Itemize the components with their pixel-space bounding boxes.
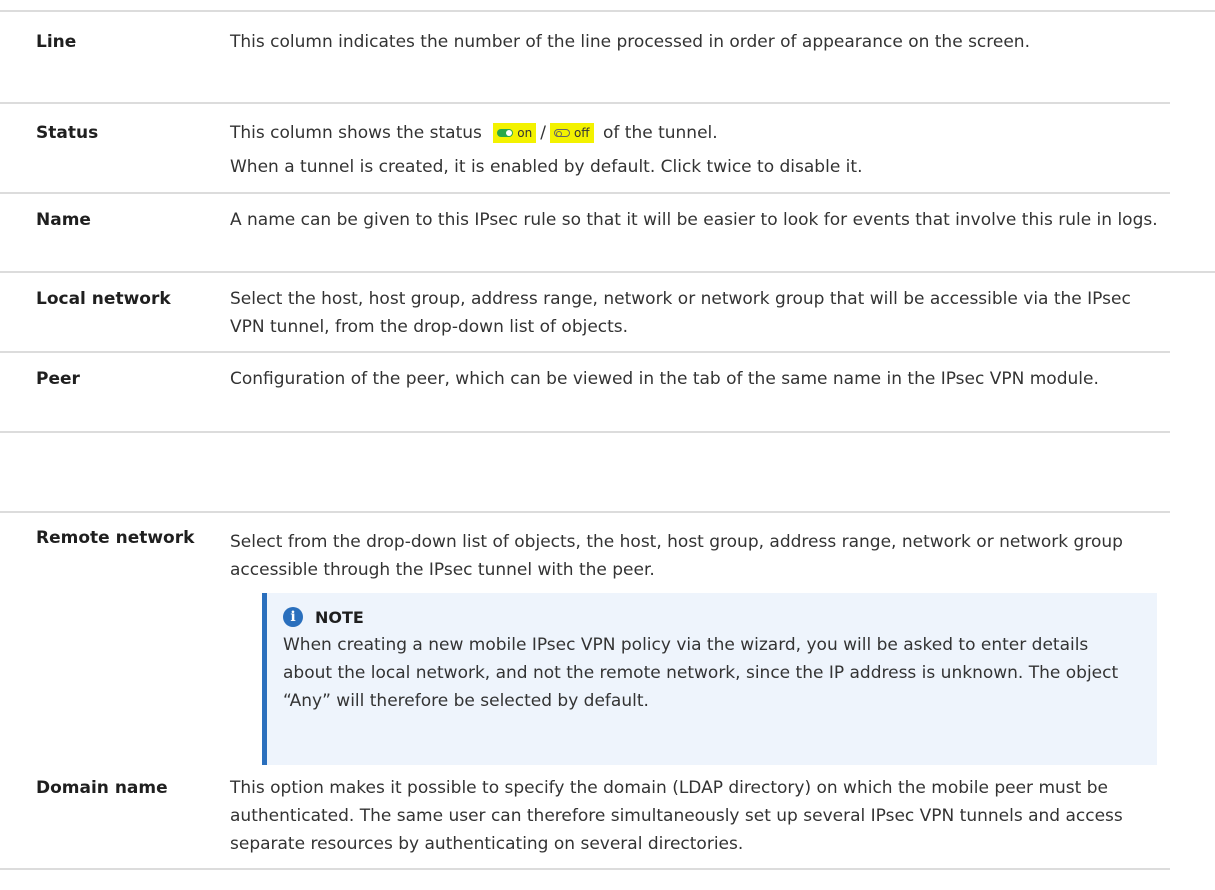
description-text: This option makes it possible to specify… [230,778,1123,854]
divider [0,431,1170,433]
row-description-status: This column shows the status on / off of… [230,119,1170,181]
row-description-line: This column indicates the number of the … [230,28,1170,56]
divider [0,868,1170,870]
row-label-remote-network: Remote network [36,528,195,548]
toggle-on-label: on [517,126,533,140]
divider [0,192,1170,194]
row-description-peer: Configuration of the peer, which can be … [230,365,1170,393]
info-icon: i [283,607,303,627]
row-label-domain-name: Domain name [36,778,168,798]
row-label-local-network: Local network [36,289,171,309]
toggle-off-icon [553,129,570,137]
row-label-peer: Peer [36,369,80,389]
status-text-after: of the tunnel. [602,123,718,143]
divider [0,511,1170,513]
row-label-name: Name [36,210,91,230]
description-text: This column shows the status on / off of… [230,119,1170,147]
row-description-local-network: Select the host, host group, address ran… [230,285,1170,341]
description-text: A name can be given to this IPsec rule s… [230,210,1158,230]
row-label-status: Status [36,123,99,143]
toggle-off-label: off [573,126,590,140]
row-description-name: A name can be given to this IPsec rule s… [230,206,1170,234]
row-description-remote-network: Select from the drop-down list of object… [230,528,1170,584]
note-header: i NOTE [283,607,1139,627]
status-text-before: This column shows the status [230,123,482,143]
note-title: NOTE [315,607,364,627]
divider [0,351,1170,353]
description-text: This column indicates the number of the … [230,32,1030,52]
divider [0,102,1170,104]
toggle-separator: / [540,123,546,143]
description-text: Select the host, host group, address ran… [230,289,1131,337]
description-text: Select from the drop-down list of object… [230,532,1123,580]
description-text: Configuration of the peer, which can be … [230,369,1099,389]
status-off-badge: off [549,123,594,143]
row-label-line: Line [36,32,77,52]
toggle-on-icon [497,129,514,137]
divider [0,10,1215,12]
note-box: i NOTE When creating a new mobile IPsec … [262,593,1157,765]
note-text: When creating a new mobile IPsec VPN pol… [283,635,1119,711]
description-text: When a tunnel is created, it is enabled … [230,157,863,177]
status-on-badge: on [493,123,537,143]
row-description-domain-name: This option makes it possible to specify… [230,774,1170,858]
divider [0,271,1215,273]
